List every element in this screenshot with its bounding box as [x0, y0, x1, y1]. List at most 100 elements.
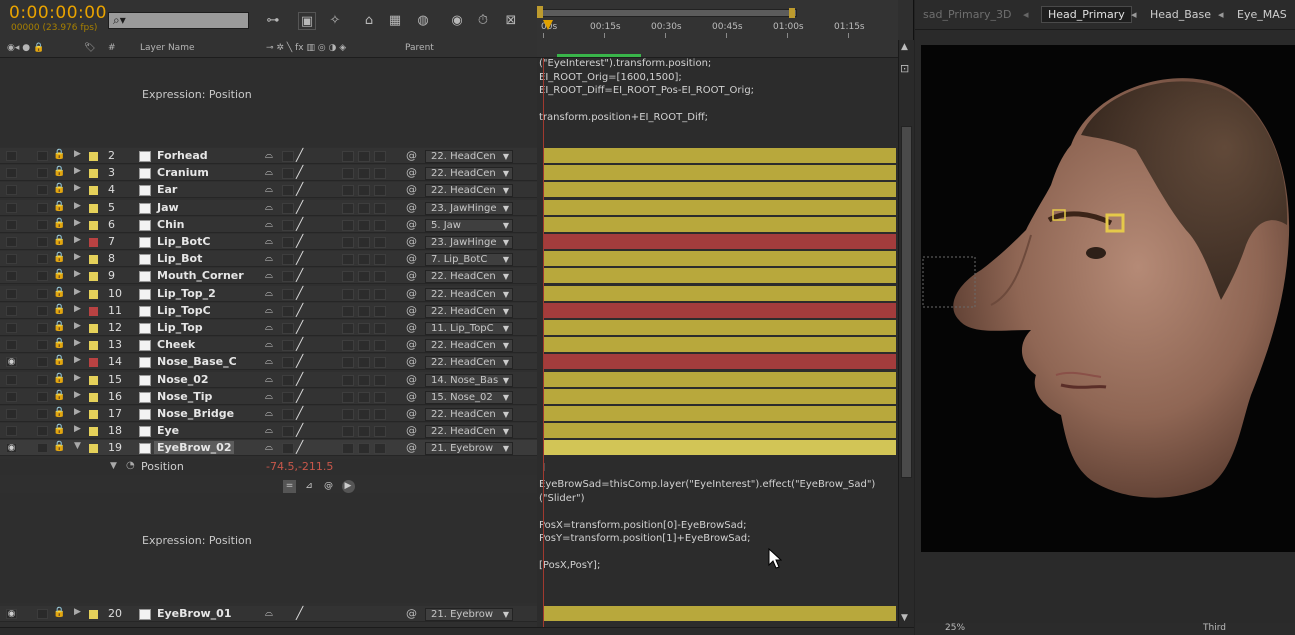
label-color[interactable]: [89, 186, 98, 195]
collapse-switch[interactable]: [282, 306, 294, 317]
parent-dropdown[interactable]: 22. HeadCen ▼: [425, 425, 513, 438]
shy-switch-icon[interactable]: ⌓: [265, 408, 273, 419]
solo-toggle[interactable]: [37, 443, 48, 453]
visibility-eye-icon[interactable]: [6, 289, 17, 299]
quality-switch-icon[interactable]: ╱: [296, 606, 303, 620]
layer-row[interactable]: 🔒 ▶ 9 Mouth_Corner ⌓ ╱ @22. HeadCen ▼: [0, 268, 537, 284]
label-color[interactable]: [89, 393, 98, 402]
expand-arrow-icon[interactable]: ▶: [74, 321, 81, 331]
shy-switch-icon[interactable]: ⌓: [265, 150, 273, 161]
lock-icon[interactable]: 🔒: [53, 355, 65, 366]
brainstorm-icon[interactable]: ◍: [414, 12, 432, 30]
layer-name[interactable]: EyeBrow_02: [154, 441, 235, 454]
shy-switch-icon[interactable]: ⌓: [265, 270, 273, 281]
expand-arrow-icon[interactable]: ▶: [74, 252, 81, 262]
effect-switch[interactable]: [342, 254, 354, 265]
layer-row[interactable]: 🔒 ▶ 16 Nose_Tip ⌓ ╱ @15. Nose_02 ▼: [0, 389, 537, 405]
layer-row[interactable]: 🔒 ▶ 15 Nose_02 ⌓ ╱ @14. Nose_Bas ▼: [0, 372, 537, 388]
visibility-eye-icon[interactable]: [6, 203, 17, 213]
effect-switch[interactable]: [342, 306, 354, 317]
expand-arrow-icon[interactable]: ▶: [74, 607, 81, 617]
collapse-switch[interactable]: [282, 151, 294, 162]
frame-blending-icon[interactable]: ⌂: [360, 12, 378, 30]
layer-name[interactable]: Chin: [157, 218, 185, 231]
visibility-eye-icon[interactable]: ◉: [6, 443, 17, 453]
motion-blur-switch[interactable]: [374, 289, 386, 300]
shy-switch-icon[interactable]: ⌓: [265, 305, 273, 316]
parent-pickwhip-icon[interactable]: @: [406, 373, 417, 386]
label-color[interactable]: [89, 238, 98, 247]
collapse-switch[interactable]: [282, 340, 294, 351]
collapse-switch[interactable]: [282, 392, 294, 403]
expand-arrow-icon[interactable]: ▼: [110, 461, 117, 471]
motion-blur-switch[interactable]: [374, 203, 386, 214]
label-color[interactable]: [89, 410, 98, 419]
visibility-eye-icon[interactable]: [6, 237, 17, 247]
tab-head-base[interactable]: Head_Base: [1150, 8, 1211, 21]
parent-pickwhip-icon[interactable]: @: [406, 424, 417, 437]
shy-layers-icon[interactable]: ✧: [326, 12, 344, 30]
layer-row[interactable]: 🔒 ▶ 13 Cheek ⌓ ╱ @22. HeadCen ▼: [0, 337, 537, 353]
comp-button-icon[interactable]: ⊡: [900, 62, 909, 75]
label-color[interactable]: [89, 610, 98, 619]
effect-switch[interactable]: [342, 426, 354, 437]
layer-duration-bar[interactable]: [543, 148, 896, 163]
stopwatch-icon[interactable]: ◔: [126, 460, 135, 471]
collapse-switch[interactable]: [282, 289, 294, 300]
solo-toggle[interactable]: [37, 392, 48, 402]
label-color[interactable]: [89, 290, 98, 299]
work-area-start-handle[interactable]: [537, 6, 543, 18]
layer-duration-bar[interactable]: [543, 303, 896, 318]
shy-switch-icon[interactable]: ⌓: [265, 322, 273, 333]
expression-enable-icon[interactable]: =: [283, 480, 296, 493]
solo-toggle[interactable]: [37, 220, 48, 230]
shy-switch-icon[interactable]: ⌓: [265, 202, 273, 213]
visibility-eye-icon[interactable]: [6, 220, 17, 230]
parent-pickwhip-icon[interactable]: @: [406, 149, 417, 162]
motion-blur-switch[interactable]: [374, 443, 386, 454]
label-color[interactable]: [89, 221, 98, 230]
expression-text-top[interactable]: ("EyeInterest").transform.position; EI_R…: [539, 57, 754, 125]
frame-blend-switch[interactable]: [358, 237, 370, 248]
lock-icon[interactable]: 🔒: [53, 441, 65, 452]
parent-dropdown[interactable]: 14. Nose_Bas ▼: [425, 374, 513, 387]
layer-name[interactable]: EyeBrow_01: [157, 607, 231, 620]
layer-duration-bar[interactable]: [543, 182, 896, 197]
layer-duration-bar[interactable]: [543, 423, 896, 438]
collapse-switch[interactable]: [282, 185, 294, 196]
layer-duration-bar[interactable]: [543, 406, 896, 421]
auto-keyframe-icon[interactable]: ◉: [448, 12, 466, 30]
label-color[interactable]: [89, 152, 98, 161]
frame-blend-switch[interactable]: [358, 220, 370, 231]
parent-dropdown[interactable]: 22. HeadCen ▼: [425, 356, 513, 369]
visibility-eye-icon[interactable]: [6, 375, 17, 385]
frame-blend-switch[interactable]: [358, 357, 370, 368]
lock-icon[interactable]: 🔒: [53, 607, 65, 618]
shy-switch-icon[interactable]: ⌓: [265, 219, 273, 230]
layer-duration-bar[interactable]: [543, 320, 896, 335]
layer-row[interactable]: 🔒 ▶ 10 Lip_Top_2 ⌓ ╱ @22. HeadCen ▼: [0, 286, 537, 302]
camera-view[interactable]: Third: [1203, 623, 1226, 633]
expand-arrow-icon[interactable]: ▶: [74, 407, 81, 417]
parent-dropdown[interactable]: 23. JawHinge ▼: [425, 202, 513, 215]
shy-switch-icon[interactable]: ⌓: [265, 236, 273, 247]
effect-switch[interactable]: [342, 409, 354, 420]
quality-switch-icon[interactable]: ╱: [296, 268, 303, 282]
shy-switch-icon[interactable]: ⌓: [265, 253, 273, 264]
parent-pickwhip-icon[interactable]: @: [406, 183, 417, 196]
layer-duration-bar[interactable]: [543, 372, 896, 387]
quality-switch-icon[interactable]: ╱: [296, 303, 303, 317]
solo-toggle[interactable]: [37, 271, 48, 281]
motion-blur-switch[interactable]: [374, 151, 386, 162]
quality-switch-icon[interactable]: ╱: [296, 389, 303, 403]
quality-switch-icon[interactable]: ╱: [296, 372, 303, 386]
collapse-switch[interactable]: [282, 375, 294, 386]
layer-name[interactable]: Lip_Top: [157, 321, 203, 334]
shy-switch-icon[interactable]: ⌓: [265, 288, 273, 299]
expand-arrow-icon[interactable]: ▶: [74, 149, 81, 159]
layer-name[interactable]: Lip_Top_2: [157, 287, 216, 300]
shy-switch-icon[interactable]: ⌓: [265, 374, 273, 385]
quality-switch-icon[interactable]: ╱: [296, 234, 303, 248]
layer-duration-bar[interactable]: [543, 217, 896, 232]
quality-switch-icon[interactable]: ╱: [296, 423, 303, 437]
